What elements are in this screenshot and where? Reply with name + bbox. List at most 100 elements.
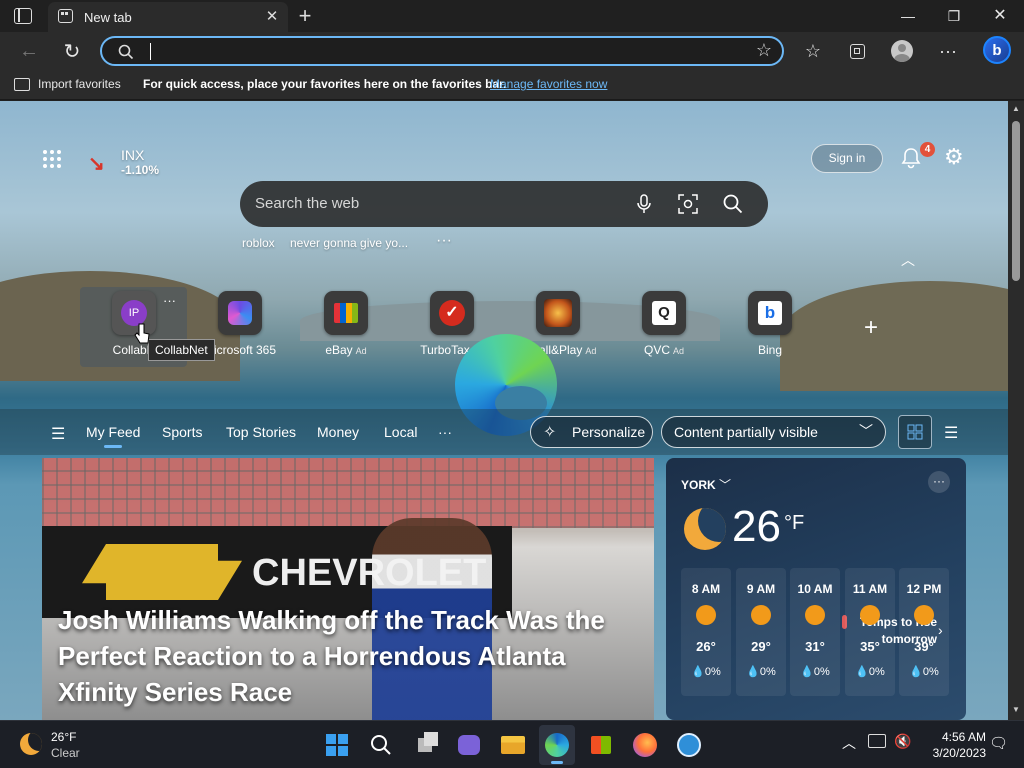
taskbar-weather-moon-icon[interactable] [20, 733, 42, 755]
sign-in-button[interactable]: Sign in [811, 144, 883, 173]
scroll-up-icon[interactable]: ▲ [1012, 104, 1020, 113]
favorites-icon[interactable]: ☆ [798, 36, 828, 66]
tile-name: eBay [325, 343, 353, 357]
apps-grid-icon[interactable] [42, 149, 62, 169]
weather-card[interactable]: YORK ﹀ ··· 26 °F Temps to rise tomorrow … [666, 458, 966, 720]
hero-headline[interactable]: Josh Williams Walking off the Track Was … [58, 602, 638, 710]
restore-icon[interactable]: ❐ [931, 0, 977, 32]
sign-in-label: Sign in [828, 151, 866, 165]
content-visibility-dropdown[interactable]: Content partially visible ﹀ [661, 416, 886, 448]
clock[interactable]: 4:56 AM 3/20/2023 [920, 729, 986, 761]
stock-symbol: INX [121, 147, 145, 163]
hour-forecast: 12 PM 39° 💧0% [899, 568, 949, 696]
new-tab-button[interactable]: + [292, 3, 318, 29]
notification-badge: 4 [920, 142, 935, 157]
microsoft-365-icon [228, 301, 252, 325]
microphone-icon[interactable] [636, 194, 652, 214]
add-favorite-icon[interactable]: ☆ [756, 40, 772, 61]
personalize-button[interactable]: ✧ Personalize [530, 416, 653, 448]
visual-search-icon[interactable] [678, 194, 698, 214]
page-scrollbar[interactable]: ▲ ▼ [1008, 101, 1024, 720]
profile-icon[interactable] [887, 36, 917, 66]
add-quick-link-icon[interactable]: + [864, 314, 878, 342]
edge-taskbar-icon[interactable] [539, 725, 575, 765]
sun-icon [914, 605, 934, 625]
volume-muted-icon[interactable]: 🔇 [894, 733, 911, 750]
tile-qvc[interactable]: Q QVC Ad [619, 291, 709, 357]
tab-money[interactable]: Money [317, 424, 359, 440]
clock-time: 4:56 AM [941, 730, 986, 744]
collapse-chevron-icon[interactable]: ︿ [901, 250, 915, 270]
firefox-icon[interactable] [631, 731, 659, 759]
show-hidden-icons-chevron[interactable]: ︿ [842, 733, 856, 753]
tile-name: Bing [757, 343, 783, 357]
tab-local[interactable]: Local [384, 424, 417, 440]
taskbar-weather[interactable]: 26°F Clear [51, 729, 80, 761]
collections-icon[interactable] [842, 36, 872, 66]
tile-bing[interactable]: b Bing [725, 291, 815, 357]
app-icon[interactable] [675, 731, 703, 759]
list-layout-icon[interactable]: ☰ [944, 423, 958, 443]
search-placeholder: Search the web [255, 195, 360, 212]
tile-name: QVC [643, 343, 670, 357]
hour-forecast: 11 AM 35° 💧0% [845, 568, 895, 696]
tab-sports[interactable]: Sports [162, 424, 202, 440]
active-tab-indicator [104, 445, 122, 448]
chevron-down-icon: ﹀ [719, 478, 732, 492]
web-search-box[interactable]: Search the web [240, 181, 768, 227]
tab-actions-icon[interactable] [14, 8, 32, 24]
stock-widget[interactable]: INX -1.10% [121, 147, 159, 177]
close-window-icon[interactable]: ✕ [977, 0, 1023, 32]
more-icon[interactable]: ··· [933, 36, 963, 66]
address-input[interactable] [146, 41, 706, 61]
task-view-icon[interactable] [411, 731, 439, 759]
address-bar[interactable]: ☆ [100, 36, 784, 66]
settings-gear-icon[interactable]: ⚙ [944, 144, 964, 170]
suggestion-never-gonna[interactable]: never gonna give yo... [290, 236, 408, 250]
weather-more-icon[interactable]: ··· [928, 471, 950, 493]
trend-down-icon: ↘ [88, 153, 105, 175]
hero-article[interactable]: CHEVROLET Josh Williams Walking off the … [42, 458, 654, 720]
feed-menu-icon[interactable]: ☰ [51, 424, 65, 444]
ebay-bag-icon [334, 303, 358, 323]
hour-forecast: 10 AM 31° 💧0% [790, 568, 840, 696]
more-tabs-icon[interactable]: ··· [438, 424, 452, 440]
bing-logo-icon: b [758, 301, 782, 325]
weather-location[interactable]: YORK ﹀ [681, 476, 731, 493]
notification-center-icon[interactable]: 🗨 [989, 734, 1008, 752]
tooltip: CollabNet [148, 339, 215, 361]
tile-ebay[interactable]: eBay Ad [301, 291, 391, 357]
file-explorer-icon[interactable] [499, 731, 527, 759]
start-icon[interactable] [323, 731, 351, 759]
network-icon[interactable] [868, 734, 886, 748]
tab-top-stories[interactable]: Top Stories [226, 424, 296, 440]
minimize-icon[interactable]: — [885, 0, 931, 32]
grid-layout-icon[interactable] [898, 415, 932, 449]
chat-icon[interactable] [455, 731, 483, 759]
bing-icon[interactable]: b [981, 34, 1013, 66]
tile-name: Microsoft 365 [203, 343, 277, 357]
favorites-bar: Import favorites For quick access, place… [0, 70, 1024, 100]
back-icon[interactable]: ← [14, 36, 44, 66]
close-tab-icon[interactable]: ✕ [262, 7, 282, 27]
search-submit-icon[interactable] [723, 194, 743, 214]
qvc-icon: Q [652, 301, 676, 325]
taskbar-search-icon[interactable] [367, 731, 395, 759]
hour-forecast: 8 AM 26° 💧0% [681, 568, 731, 696]
tab-my-feed[interactable]: My Feed [86, 424, 140, 440]
tab-title: New tab [84, 10, 132, 25]
more-suggestions-icon[interactable]: ··· [436, 232, 452, 250]
sun-icon [751, 605, 771, 625]
scrollbar-thumb[interactable] [1012, 121, 1020, 281]
refresh-icon[interactable]: ↻ [57, 36, 87, 66]
scroll-down-icon[interactable]: ▼ [1012, 705, 1020, 714]
tab-new-tab[interactable]: New tab ✕ [48, 2, 288, 32]
import-favorites-button[interactable]: Import favorites [38, 77, 121, 91]
manage-favorites-link[interactable]: Manage favorites now [490, 77, 607, 91]
favorites-bar-message: For quick access, place your favorites h… [143, 77, 507, 91]
store-icon[interactable] [587, 731, 615, 759]
search-icon [118, 44, 134, 60]
notifications-bell-icon[interactable] [900, 147, 922, 169]
suggestion-roblox[interactable]: roblox [242, 236, 275, 250]
import-favorites-icon[interactable] [14, 78, 30, 91]
